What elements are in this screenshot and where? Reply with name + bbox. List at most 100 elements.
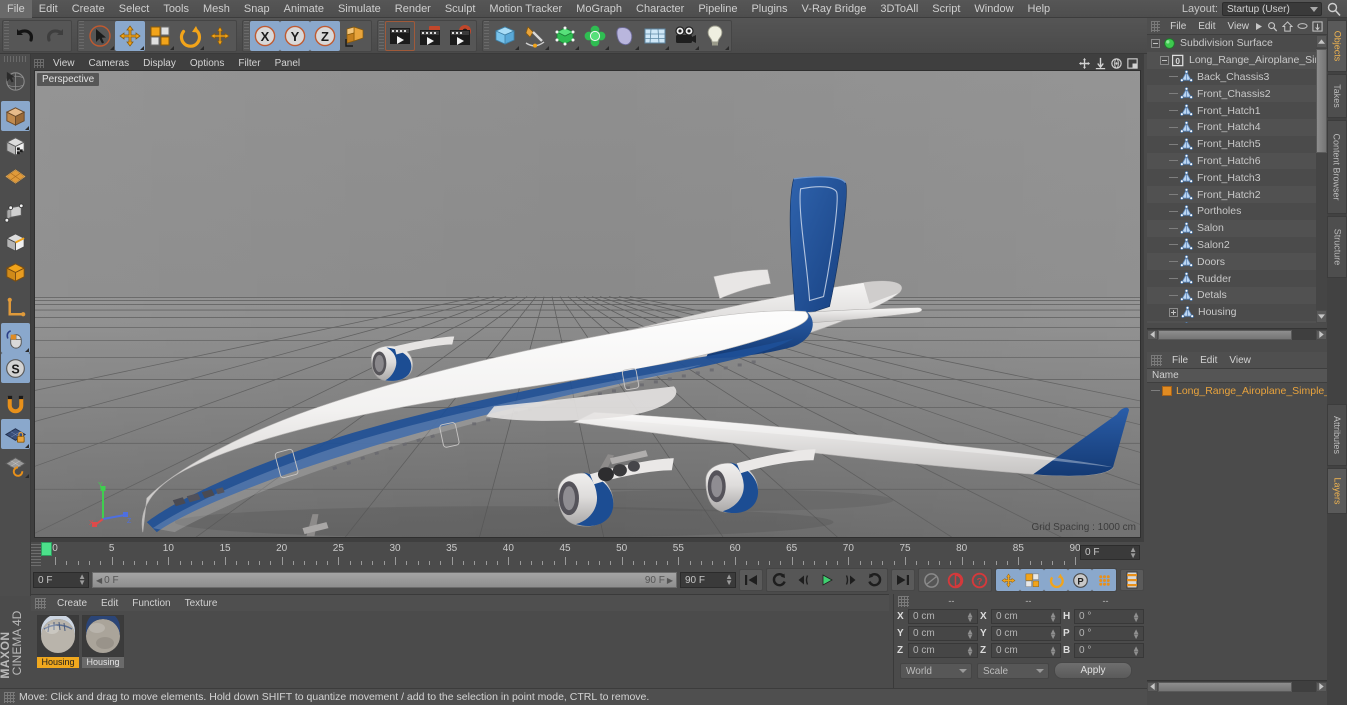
render-view-button[interactable]	[385, 20, 415, 51]
viewport-menu-filter[interactable]: Filter	[231, 58, 267, 69]
polygon-mode-button[interactable]	[1, 257, 30, 287]
timeline-playhead[interactable]	[41, 542, 52, 556]
layout-select[interactable]: Startup (User)	[1222, 1, 1322, 16]
object-tree-row[interactable]: Detals	[1147, 286, 1327, 304]
live-selection-tool[interactable]	[1, 65, 30, 95]
menu-item-3dtoall[interactable]: 3DToAll	[873, 0, 925, 18]
rotation-key-button[interactable]	[1044, 569, 1068, 591]
toolbar-grip[interactable]	[79, 20, 84, 51]
material-thumbnail[interactable]	[82, 615, 124, 657]
timeline-ruler[interactable]: 0 5 10 15 20 25 30 35 40 45 50 55 60 65 70 75 80 85 90	[41, 542, 1081, 568]
autokeying-button[interactable]	[943, 569, 967, 591]
stepper-icon[interactable]: ▲ ▼	[1049, 611, 1057, 624]
viewport-menu-panel[interactable]: Panel	[268, 58, 308, 69]
point-mode-button[interactable]	[1, 197, 30, 227]
menu-item-file[interactable]: File	[0, 0, 32, 18]
layer-row[interactable]: Long_Range_Airoplane_Simple_In	[1147, 383, 1339, 398]
object-tree-row[interactable]: Portholes	[1147, 203, 1327, 220]
menu-item-snap[interactable]: Snap	[237, 0, 277, 18]
stepper-icon[interactable]: ▲ ▼	[1132, 628, 1140, 641]
object-tree[interactable]: Subdivision Surface 0 Long_Range_Airoplane…	[1147, 35, 1327, 323]
add-spline-button[interactable]	[520, 21, 550, 51]
object-tree-row[interactable]: Salon2	[1147, 237, 1327, 254]
stepper-icon[interactable]: ▲ ▼	[966, 611, 974, 624]
attribute-menu-file[interactable]: File	[1166, 355, 1194, 366]
expand-icon[interactable]	[1169, 307, 1178, 317]
enable-axis-button[interactable]: S	[0, 353, 30, 383]
scroll-right-button[interactable]	[1316, 329, 1327, 340]
axis-tool-button[interactable]	[205, 21, 235, 51]
object-tree-row[interactable]: Back_Chassis5	[1147, 320, 1327, 323]
model-mode-button[interactable]	[0, 101, 30, 131]
object-menu-file[interactable]: File	[1164, 21, 1192, 32]
viewport-menu-cameras[interactable]: Cameras	[82, 58, 137, 69]
object-menu-view[interactable]: View	[1222, 21, 1256, 32]
attribute-horizontal-scrollbar[interactable]	[1147, 680, 1327, 692]
attribute-hscroll-thumb[interactable]	[1158, 681, 1292, 692]
palette-grip[interactable]	[4, 56, 26, 62]
object-tree-row[interactable]: Front_Hatch6	[1147, 152, 1327, 170]
play-button[interactable]	[815, 569, 839, 591]
add-cube-button[interactable]	[490, 21, 520, 51]
render-to-picture-viewer-button[interactable]	[415, 21, 445, 51]
menu-item-simulate[interactable]: Simulate	[331, 0, 388, 18]
material-item[interactable]: Housing	[82, 615, 124, 668]
light-button[interactable]	[700, 21, 730, 51]
scale-tool-button[interactable]	[145, 21, 175, 51]
menu-item-animate[interactable]: Animate	[277, 0, 331, 18]
coord-pos-x-input[interactable]: 0 cm ▲ ▼	[908, 609, 978, 624]
nurbs-button[interactable]	[550, 21, 580, 51]
menu-item-tools[interactable]: Tools	[156, 0, 196, 18]
coord-rot-h-input[interactable]: 0 ° ▲ ▼	[1074, 609, 1144, 624]
menu-item-plugins[interactable]: Plugins	[744, 0, 794, 18]
render-settings-button[interactable]	[445, 21, 475, 51]
coordinate-system-select[interactable]: World	[900, 662, 972, 679]
play-arrow-icon[interactable]	[1255, 22, 1263, 31]
scroll-down-icon[interactable]	[1318, 314, 1325, 319]
menu-item-motion-tracker[interactable]: Motion Tracker	[482, 0, 569, 18]
object-tree-horizontal-scrollbar[interactable]	[1147, 328, 1327, 340]
world-coord-button[interactable]	[340, 21, 370, 51]
collapse-icon[interactable]	[1151, 38, 1160, 48]
step-forward-button[interactable]	[839, 569, 863, 591]
z-axis-lock-button[interactable]: Z	[310, 20, 340, 51]
attribute-menu-view[interactable]: View	[1223, 355, 1257, 366]
toolbar-grip[interactable]	[379, 20, 384, 51]
menu-item-render[interactable]: Render	[388, 0, 438, 18]
stepper-icon[interactable]: ▲ ▼	[1049, 645, 1057, 658]
object-tree-row[interactable]: Front_Hatch3	[1147, 169, 1327, 186]
snap-magnet-button[interactable]	[1, 389, 30, 419]
select-tool-button[interactable]	[85, 21, 115, 51]
stepper-icon[interactable]: ▲ ▼	[725, 573, 733, 587]
viewport-grip[interactable]	[34, 58, 44, 68]
menu-item-edit[interactable]: Edit	[32, 0, 65, 18]
tab-attributes[interactable]: Attributes	[1327, 404, 1347, 466]
menu-item-mograph[interactable]: MoGraph	[569, 0, 629, 18]
coordinate-mode-select[interactable]: Scale	[977, 662, 1049, 679]
x-axis-lock-button[interactable]: X	[250, 20, 280, 51]
move-tool-button[interactable]	[115, 20, 145, 51]
zoom-icon[interactable]	[1094, 57, 1107, 70]
array-button[interactable]	[580, 21, 610, 51]
object-tree-scroll-thumb[interactable]	[1316, 49, 1327, 153]
object-tree-row[interactable]: Front_Chassis2	[1147, 85, 1327, 103]
coord-size-y-input[interactable]: 0 cm ▲ ▼	[991, 626, 1061, 641]
timeline-grip[interactable]	[31, 544, 41, 568]
stepper-icon[interactable]: ▲ ▼	[966, 645, 974, 658]
object-tree-row[interactable]: Rudder	[1147, 270, 1327, 287]
workplane-button[interactable]	[1, 161, 30, 191]
rotate-tool-button[interactable]	[175, 21, 205, 51]
toolbar-grip[interactable]	[244, 20, 249, 51]
ellipse-icon[interactable]	[1297, 22, 1308, 30]
next-keyframe-button[interactable]	[863, 569, 887, 591]
preview-min-field[interactable]: 0 F ▲ ▼	[33, 572, 89, 588]
layer-color-swatch[interactable]	[1162, 385, 1172, 396]
toolbar-grip[interactable]	[4, 20, 9, 51]
pla-key-button[interactable]	[1092, 569, 1116, 591]
menu-item-mesh[interactable]: Mesh	[196, 0, 237, 18]
coord-rot-p-input[interactable]: 0 ° ▲ ▼	[1074, 626, 1144, 641]
coord-pos-y-input[interactable]: 0 cm ▲ ▼	[908, 626, 978, 641]
toolbar-grip[interactable]	[484, 20, 489, 51]
search-icon[interactable]	[1326, 1, 1342, 17]
material-menu-function[interactable]: Function	[125, 598, 177, 609]
